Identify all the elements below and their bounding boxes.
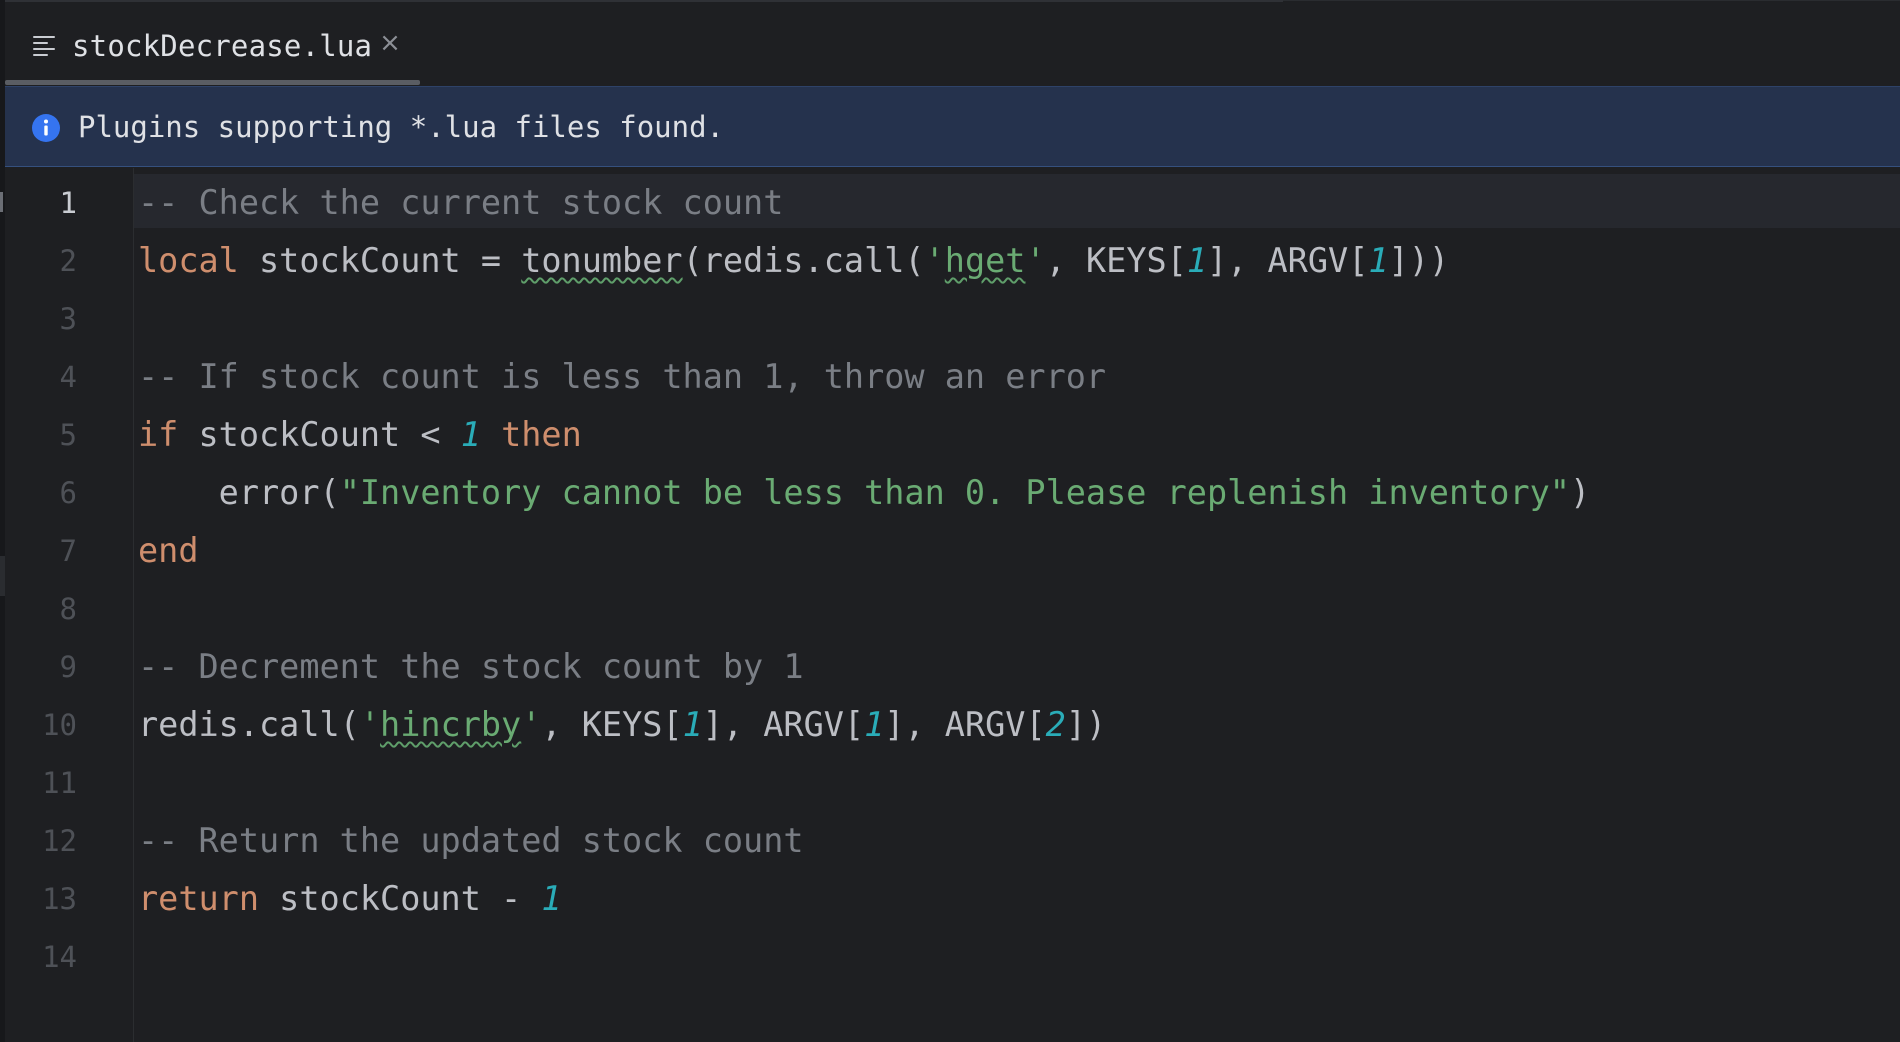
code-comment: -- Decrement the stock count by 1	[138, 647, 804, 686]
gutter-divider	[133, 168, 134, 1042]
code-text: ])	[1065, 705, 1107, 744]
code-line-9[interactable]: -- Decrement the stock count by 1	[138, 638, 1888, 696]
code-line-2[interactable]: local stockCount = tonumber(redis.call('…	[138, 232, 1888, 290]
keyword-end: end	[138, 531, 199, 570]
editor-window: stockDecrease.lua × Plugins supporting *…	[0, 0, 1900, 1042]
number-literal: 1	[541, 879, 562, 918]
code-line-11[interactable]	[138, 754, 1888, 812]
code-line-4[interactable]: -- If stock count is less than 1, throw …	[138, 348, 1888, 406]
code-line-12[interactable]: -- Return the updated stock count	[138, 812, 1888, 870]
plugin-suggestion-banner: Plugins supporting *.lua files found.	[5, 86, 1900, 167]
code-text: ], ARGV[	[1207, 241, 1369, 280]
code-text: , KEYS[	[1045, 241, 1187, 280]
file-lines-icon	[33, 36, 57, 56]
line-number: 10	[42, 708, 77, 742]
string-literal: "Inventory cannot be less than 0. Please…	[339, 473, 1570, 512]
number-literal: 1	[682, 705, 703, 744]
line-numbers: 1 2 3 4 5 6 7 8 9 10 11 12 13 14	[5, 174, 77, 986]
code-text: stockCount <	[178, 415, 461, 454]
code-text: error(	[138, 473, 340, 512]
code-text: stockCount -	[259, 879, 542, 918]
line-number: 11	[42, 766, 77, 800]
editor-tab-bar: stockDecrease.lua ×	[5, 2, 1900, 87]
active-tab-indicator	[5, 80, 420, 85]
code-line-10[interactable]: redis.call('hincrby', KEYS[1], ARGV[1], …	[138, 696, 1888, 754]
line-number: 7	[59, 534, 77, 568]
close-icon[interactable]: ×	[375, 28, 405, 58]
string-quote: '	[359, 705, 381, 744]
line-number: 4	[59, 360, 77, 394]
code-line-5[interactable]: if stockCount < 1 then	[138, 406, 1888, 464]
info-icon	[32, 114, 60, 142]
code-text: (redis.call(	[682, 241, 925, 280]
code-line-6[interactable]: error("Inventory cannot be less than 0. …	[138, 464, 1888, 522]
line-number: 1	[59, 186, 77, 220]
string-quote: '	[521, 705, 542, 744]
code-comment: -- Check the current stock count	[138, 183, 784, 222]
code-line-8[interactable]	[138, 580, 1888, 638]
code-line-3[interactable]	[138, 290, 1888, 348]
number-literal: 1	[864, 705, 885, 744]
code-text: )	[1569, 473, 1591, 512]
line-number: 14	[42, 940, 77, 974]
code-line-7[interactable]: end	[138, 522, 1888, 580]
banner-message: Plugins supporting *.lua files found.	[78, 110, 725, 144]
string-quote: '	[1025, 241, 1046, 280]
window-top-border-right	[1283, 0, 1900, 1]
code-text: ], ARGV[	[884, 705, 1046, 744]
keyword-if: if	[138, 415, 179, 454]
number-literal: 1	[1186, 241, 1207, 280]
code-comment: -- If stock count is less than 1, throw …	[138, 357, 1107, 396]
gutter-marker	[0, 192, 3, 212]
code-text: ]))	[1388, 241, 1450, 280]
code-text: redis.call(	[138, 705, 360, 744]
keyword-then: then	[501, 415, 582, 454]
string-hincrby: hincrby	[380, 705, 522, 744]
code-text: , KEYS[	[541, 705, 683, 744]
line-number: 13	[42, 882, 77, 916]
code-text: stockCount =	[238, 241, 522, 280]
keyword-local: local	[138, 241, 239, 280]
string-quote: '	[924, 241, 945, 280]
string-hget: hget	[944, 241, 1026, 280]
line-number: 2	[59, 244, 77, 278]
line-number: 8	[59, 592, 77, 626]
line-number: 12	[42, 824, 77, 858]
line-number: 6	[59, 476, 77, 510]
function-tonumber: tonumber	[521, 241, 683, 280]
tab-filename: stockDecrease.lua	[72, 29, 373, 63]
code-editor-text-area[interactable]: -- Check the current stock count local s…	[138, 174, 1888, 986]
code-line-13[interactable]: return stockCount - 1	[138, 870, 1888, 928]
code-line-1[interactable]: -- Check the current stock count	[138, 174, 1888, 232]
number-literal: 2	[1045, 705, 1066, 744]
code-text: ], ARGV[	[702, 705, 865, 744]
line-number: 3	[59, 302, 77, 336]
code-line-14[interactable]	[138, 928, 1888, 986]
line-number: 9	[59, 650, 77, 684]
tab-stockdecrease-lua[interactable]: stockDecrease.lua ×	[5, 2, 420, 86]
code-comment: -- Return the updated stock count	[138, 821, 804, 860]
number-literal: 1	[1368, 241, 1389, 280]
line-number: 5	[59, 418, 77, 452]
keyword-return: return	[138, 879, 260, 918]
number-literal: 1	[460, 415, 481, 454]
